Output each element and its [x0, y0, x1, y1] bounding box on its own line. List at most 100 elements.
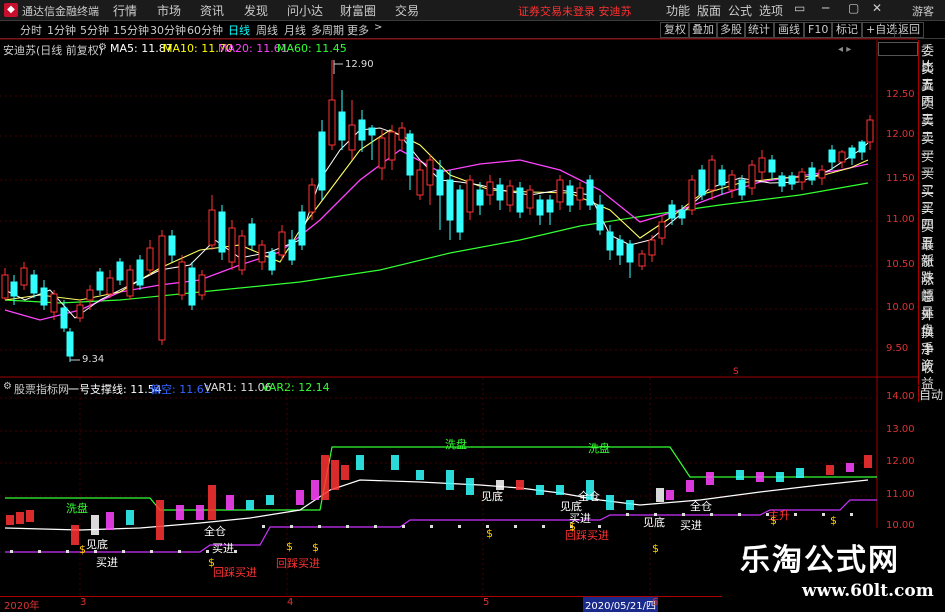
money-bag-icon: $ [569, 520, 576, 533]
candle-body [768, 159, 776, 173]
indicator-dot [626, 513, 629, 516]
candle-body [648, 239, 656, 256]
indicator-bar [736, 470, 744, 480]
candle-body [96, 271, 104, 291]
money-bag-icon: $ [770, 514, 777, 527]
candle-body [698, 169, 706, 196]
candle-body [476, 189, 484, 206]
candle-body [288, 239, 296, 261]
indicator-dot [402, 525, 405, 528]
candle-body [368, 127, 376, 136]
indicator-dot [346, 525, 349, 528]
candle-body [638, 253, 646, 267]
indicator-bar [556, 485, 564, 495]
candle-body [348, 124, 356, 151]
money-bag-icon: $ [286, 540, 293, 553]
money-bag-icon: $ [486, 527, 493, 540]
indicator-bar [391, 455, 399, 470]
annotation-wash: 洗盘 [445, 438, 467, 451]
candle-body [76, 304, 84, 319]
candle-body [10, 281, 18, 297]
candle-body [668, 204, 676, 219]
indicator-bar [356, 455, 364, 470]
indicator-bar [176, 505, 184, 520]
indicator-dot [206, 550, 209, 553]
candle-body [308, 184, 316, 213]
candle-body [218, 211, 226, 253]
candle-body [748, 164, 756, 189]
ma60-line [4, 182, 869, 304]
indicator-dot [122, 550, 125, 553]
indicator-bar [226, 495, 234, 510]
auto-tab[interactable]: 自动 [918, 386, 945, 402]
candle-body [586, 179, 594, 206]
watermark-url: www.60lt.com [802, 581, 934, 601]
indicator-dot [458, 525, 461, 528]
candle-body [1, 274, 9, 299]
candle-body [858, 141, 866, 153]
annotation-wash: 洗盘 [588, 442, 610, 455]
candle-body [808, 167, 816, 181]
money-bag-icon: $ [208, 556, 215, 569]
annotation-pullback-buy: 回踩买进 [213, 566, 257, 579]
candle-body [338, 111, 346, 141]
candle-body [86, 289, 94, 301]
candle-body [178, 261, 186, 296]
chart-canvas[interactable] [0, 0, 945, 609]
candle-body [116, 261, 124, 281]
candle-body [188, 267, 196, 306]
candle-body [298, 211, 306, 246]
candle-body [378, 137, 386, 169]
annotation-bottom: 见底 [643, 516, 665, 529]
candle-body [66, 331, 74, 357]
candle-body [626, 243, 634, 263]
candle-body [866, 119, 874, 143]
indicator-bar [156, 500, 164, 540]
indicator-dot [542, 525, 545, 528]
candle-body [708, 159, 716, 191]
candle-body [466, 179, 474, 213]
indicator-bar [246, 500, 254, 510]
watermark-title: 乐淘公式网 [740, 543, 900, 578]
date-label: 2020年 [4, 601, 40, 612]
candle-body [388, 131, 396, 161]
candle-body [168, 235, 176, 256]
indicator-bar [91, 515, 99, 535]
candle-body [318, 131, 326, 191]
indicator-bar [341, 465, 349, 480]
indicator-dot [430, 525, 433, 528]
date-label: 4 [287, 597, 294, 608]
indicator-bar [106, 512, 114, 530]
candle-body [136, 259, 144, 286]
candle-body [358, 119, 366, 141]
candle-body [596, 204, 604, 231]
candle-body [248, 223, 256, 246]
candle-body [328, 99, 336, 146]
candle-body [506, 185, 514, 206]
indicator-dot [682, 513, 685, 516]
indicator-dot [262, 525, 265, 528]
candle-body [718, 169, 726, 186]
candle-body [208, 209, 216, 246]
candle-body [616, 239, 624, 256]
indicator-bar [208, 485, 216, 520]
s-marker: S [733, 367, 739, 377]
indicator-bar [26, 510, 34, 522]
money-bag-icon: $ [312, 541, 319, 554]
money-bag-icon: $ [79, 543, 86, 556]
candle-body [106, 277, 114, 295]
candle-body [688, 179, 696, 211]
indicator-bar [311, 480, 319, 500]
candle-body [20, 267, 28, 286]
date-label: 6 [652, 597, 659, 608]
annotation-wash: 洗盘 [66, 502, 88, 515]
indicator-bar [686, 480, 694, 492]
quote-side-panel[interactable]: 委比 卖五 卖四 卖三 卖二 卖一 买一 买二 买三 买四 买五 最新 涨跌 涨幅 总量 外盘 换手 净资 收益 [918, 40, 945, 392]
candle-body [828, 149, 836, 163]
indicator-bar [266, 495, 274, 505]
candle-body [268, 251, 276, 271]
candle-body [838, 151, 846, 163]
candle-body [536, 199, 544, 216]
indicator-bar [756, 472, 764, 482]
indicator-dot [794, 513, 797, 516]
